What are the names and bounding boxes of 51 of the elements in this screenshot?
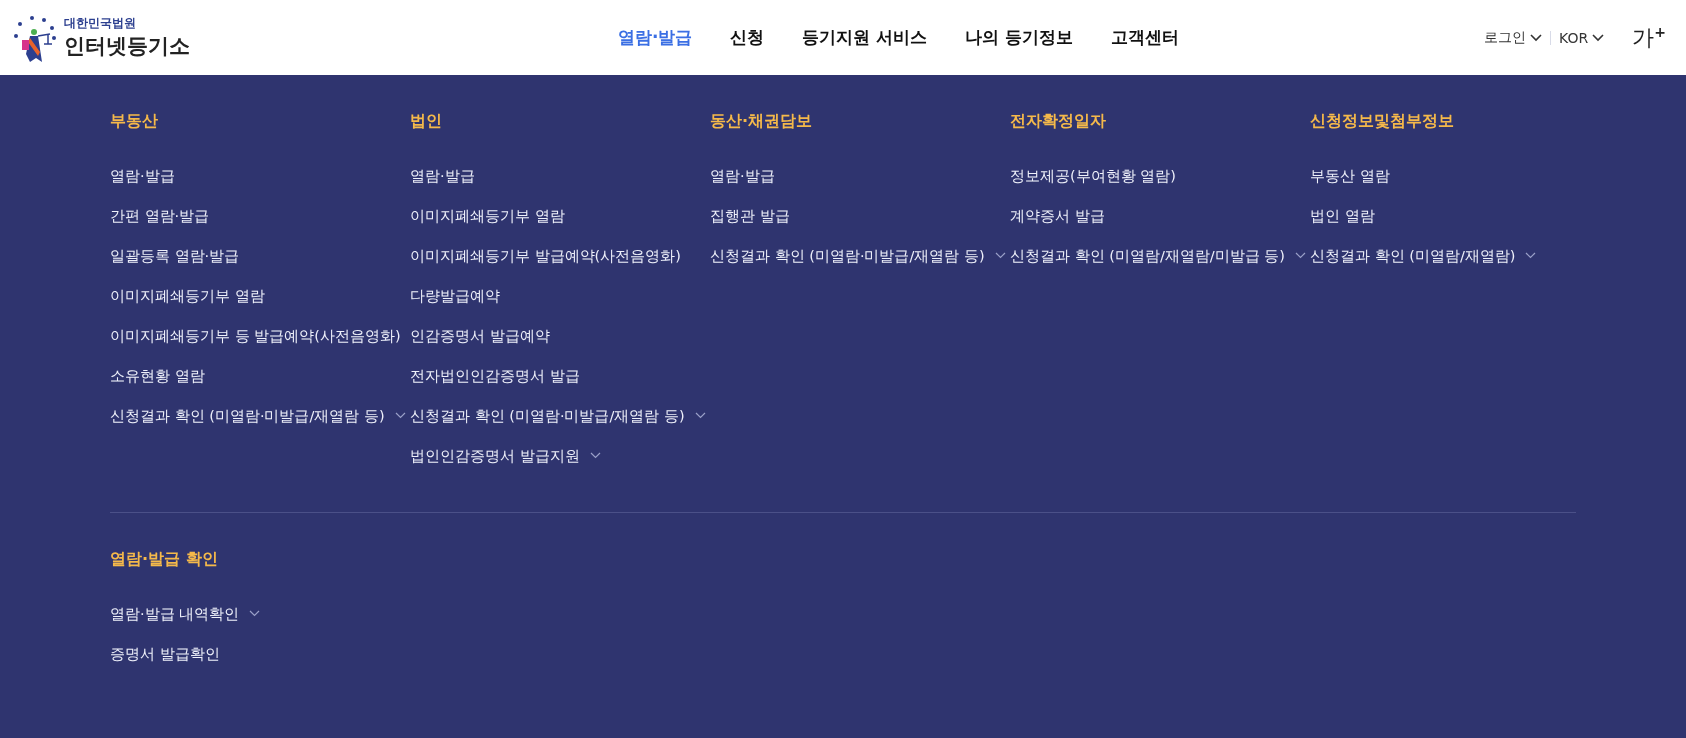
chevron-down-icon <box>694 412 706 419</box>
menu-link[interactable]: 부동산 열람 <box>1310 167 1390 207</box>
menu-link[interactable]: 신청결과 확인 (미열람·미발급/재열람 등) <box>710 247 1006 287</box>
menu-link[interactable]: 신청결과 확인 (미열람/재열람) <box>1310 247 1537 287</box>
menu-link[interactable]: 집행관 발급 <box>710 207 790 247</box>
menu-link[interactable]: 정보제공(부여현황 열람) <box>1010 167 1176 207</box>
menu-link[interactable]: 열람·발급 <box>110 167 175 207</box>
menu-link[interactable]: 전자법인인감증명서 발급 <box>410 367 580 407</box>
menu-link[interactable]: 이미지폐쇄등기부 열람 <box>410 207 565 247</box>
font-size-button[interactable]: 가$^{+}$ <box>1632 22 1666 53</box>
chevron-down-icon <box>994 252 1006 259</box>
section-heading: 부동산 <box>110 111 158 132</box>
menu-link[interactable]: 간편 열람·발급 <box>110 207 210 247</box>
menu-link[interactable]: 법인 열람 <box>1310 207 1375 247</box>
chevron-down-icon <box>1525 252 1537 259</box>
language-button[interactable]: KOR <box>1559 29 1605 46</box>
section-heading: 법인 <box>410 111 442 132</box>
menu-link[interactable]: 신청결과 확인 (미열람·미발급/재열람 등) <box>410 407 706 447</box>
menu-link[interactable]: 열람·발급 내역확인 <box>110 605 261 645</box>
logo-title[interactable]: 인터넷등기소 <box>64 32 190 60</box>
chevron-down-icon <box>394 412 406 419</box>
section-heading: 전자확정일자 <box>1010 111 1106 132</box>
chevron-down-icon <box>1530 33 1543 42</box>
menu-link[interactable]: 다량발급예약 <box>410 287 500 327</box>
menu-link[interactable]: 법인인감증명서 발급지원 <box>410 447 601 487</box>
nav-tab[interactable]: 열람·발급 <box>618 26 693 49</box>
menu-link[interactable]: 이미지폐쇄등기부 열람 <box>110 287 265 327</box>
chevron-down-icon <box>249 610 261 617</box>
menu-link[interactable]: 계약증서 발급 <box>1010 207 1105 247</box>
nav-tab[interactable]: 나의 등기정보 <box>965 26 1074 49</box>
chevron-down-icon <box>589 452 601 459</box>
menu-link[interactable]: 이미지폐쇄등기부 발급예약(사전음영화) <box>410 247 681 287</box>
menu-link[interactable]: 소유현황 열람 <box>110 367 205 407</box>
menu-link[interactable]: 일괄등록 열람·발급 <box>110 247 240 287</box>
nav-tab[interactable]: 고객센터 <box>1111 26 1180 49</box>
nav-tab[interactable]: 신청 <box>730 26 765 49</box>
section-heading: 동산·채권담보 <box>710 111 813 132</box>
menu-link[interactable]: 인감증명서 발급예약 <box>410 327 550 367</box>
section-heading: 신청정보및첨부정보 <box>1310 111 1454 132</box>
menu-link[interactable]: 이미지폐쇄등기부 등 발급예약(사전음영화) <box>110 327 401 367</box>
logo-subtitle: 대한민국법원 <box>64 15 137 32</box>
menu-link[interactable]: 신청결과 확인 (미열람·미발급/재열람 등) <box>110 407 406 447</box>
chevron-down-icon <box>1592 33 1605 42</box>
menu-link[interactable]: 증명서 발급확인 <box>110 645 220 685</box>
menu-link[interactable]: 열람·발급 <box>710 167 775 207</box>
menu-link[interactable]: 신청결과 확인 (미열람/재열람/미발급 등) <box>1010 247 1306 287</box>
section-heading: 열람·발급 확인 <box>110 549 218 570</box>
login-button[interactable]: 로그인 <box>1484 28 1543 47</box>
chevron-down-icon <box>1294 252 1306 259</box>
menu-link[interactable]: 열람·발급 <box>410 167 475 207</box>
nav-tab[interactable]: 등기지원 서비스 <box>802 26 928 49</box>
